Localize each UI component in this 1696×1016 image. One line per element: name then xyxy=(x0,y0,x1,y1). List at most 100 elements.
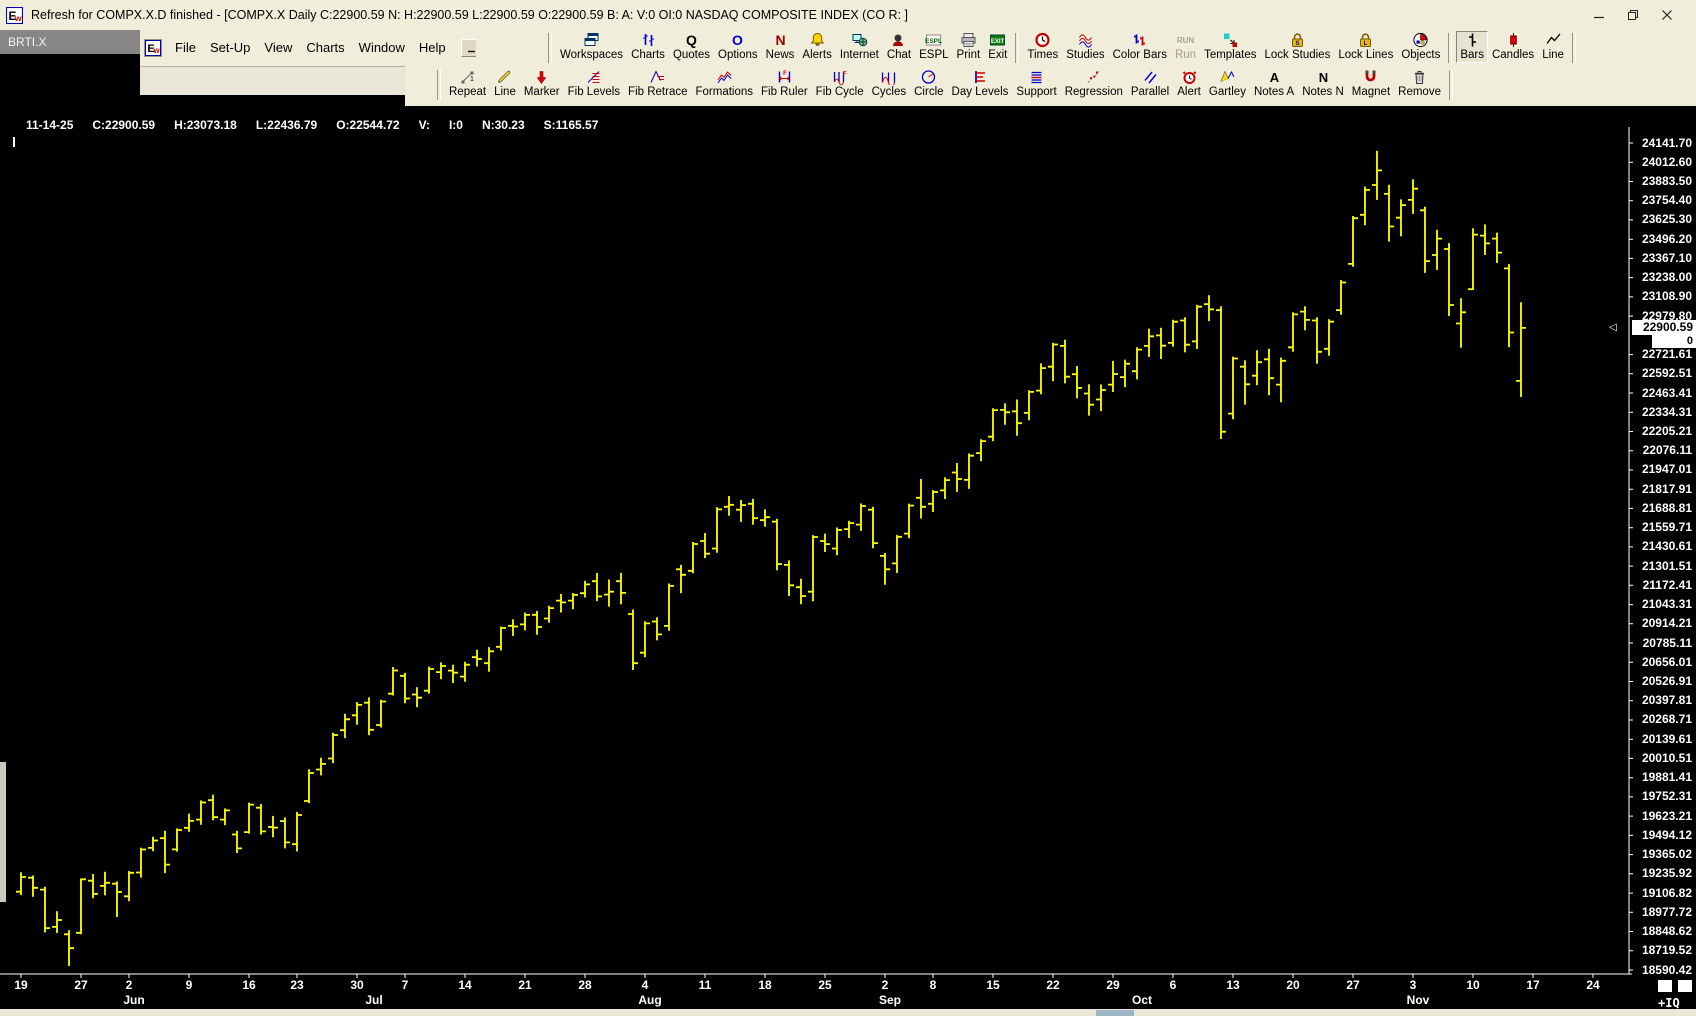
toolbar-draw-separator xyxy=(437,70,441,100)
toolbar-main-button-candles[interactable]: Candles xyxy=(1488,31,1538,62)
chat-icon xyxy=(890,32,907,48)
background-window-titlebar[interactable]: BRTI.X xyxy=(0,30,140,54)
toolbar-main-button-workspaces[interactable]: Workspaces xyxy=(556,31,627,62)
toolbar-draw-button-label: Formations xyxy=(695,85,753,99)
line-chart-icon xyxy=(1545,32,1562,48)
toolbar-main-button-objects[interactable]: Objects xyxy=(1397,31,1444,62)
lock-lines-icon: L xyxy=(1357,32,1374,48)
toolbar-draw-button-cycles[interactable]: Cycles xyxy=(868,68,911,99)
toolbar-draw-button-fib-ruler[interactable]: FFib Ruler xyxy=(757,68,812,99)
toolbar-draw-button-marker[interactable]: Marker xyxy=(520,68,564,99)
price-axis-label: 20914.21 xyxy=(1633,616,1692,631)
color-bars-icon xyxy=(1131,32,1148,48)
toolbar-main-button-internet[interactable]: Internet xyxy=(836,31,883,62)
fib-levels-icon xyxy=(585,69,602,85)
toolbar-main-button-exit[interactable]: EXITExit xyxy=(984,31,1011,62)
date-axis-label: 17 xyxy=(1519,978,1547,992)
parallel-icon xyxy=(1142,69,1159,85)
toolbar-draw-button-support[interactable]: Support xyxy=(1012,68,1060,99)
espl-icon: ESPL xyxy=(925,32,942,48)
price-axis-label: 21172.41 xyxy=(1633,578,1692,593)
menu-item-charts[interactable]: Charts xyxy=(299,37,351,58)
minimize-button[interactable] xyxy=(1582,2,1616,28)
toolbar-draw-button-magnet[interactable]: Magnet xyxy=(1348,68,1394,99)
current-price-arrow-icon: ◁ xyxy=(1609,323,1617,333)
date-axis-label: 14 xyxy=(451,978,479,992)
toolbar-draw-button-regression[interactable]: Regression xyxy=(1061,68,1127,99)
date-axis-month-label: Jun xyxy=(117,993,151,1007)
toolbar-draw-button-alert[interactable]: Alert xyxy=(1173,68,1205,99)
toolbar-main-button-print[interactable]: Print xyxy=(953,31,985,62)
toolbar-main-separator xyxy=(1448,33,1452,63)
toolbar-draw-button-formations[interactable]: Formations xyxy=(691,68,757,99)
toolbar-main-button-options[interactable]: OOptions xyxy=(714,31,762,62)
date-axis-label: 7 xyxy=(391,978,419,992)
toolbar-main-button-label: Line xyxy=(1542,48,1564,62)
menu-item-set-up[interactable]: Set-Up xyxy=(203,37,257,58)
toolbar-draw-button-circle[interactable]: Circle xyxy=(910,68,947,99)
toolbar-main-button-espl[interactable]: ESPLESPL xyxy=(915,31,952,62)
corner-box-1[interactable] xyxy=(1658,980,1672,992)
toolbar-draw-button-parallel[interactable]: Parallel xyxy=(1127,68,1173,99)
toolbar-main-button-alerts[interactable]: Alerts xyxy=(798,31,835,62)
toolbar-draw-button-fib-cycle[interactable]: FFib Cycle xyxy=(812,68,868,99)
toolbar-main-button-charts[interactable]: Charts xyxy=(627,31,669,62)
toolbar-draw-button-label: Cycles xyxy=(872,85,907,99)
toolbar-main-separator xyxy=(1572,33,1576,63)
menu-item-view[interactable]: View xyxy=(257,37,299,58)
price-axis-label: 23238.00 xyxy=(1633,270,1692,285)
toolbar-draw-button-gartley[interactable]: Gartley xyxy=(1205,68,1250,99)
options-icon: O xyxy=(729,32,746,48)
menu-item-file[interactable]: File xyxy=(168,37,203,58)
price-axis-label: 23625.30 xyxy=(1633,212,1692,227)
date-axis-label: 25 xyxy=(811,978,839,992)
toolbar-main-button-bars[interactable]: Bars xyxy=(1456,31,1488,63)
toolbar-draw-button-day-levels[interactable]: Day Levels xyxy=(948,68,1013,99)
price-axis-label: 19365.02 xyxy=(1633,847,1692,862)
toolbar-draw-button-remove[interactable]: Remove xyxy=(1394,68,1445,99)
price-axis-label: 21430.61 xyxy=(1633,539,1692,554)
toolbar-main-button-studies[interactable]: Studies xyxy=(1062,31,1108,62)
toolbar-draw-button-repeat[interactable]: 1Repeat xyxy=(445,68,490,99)
price-axis-label: 19623.21 xyxy=(1633,809,1692,824)
toolbar-main-button-line[interactable]: Line xyxy=(1538,31,1568,62)
toolbar-draw-button-notes-n[interactable]: NNotes N xyxy=(1298,68,1348,99)
svg-text:N: N xyxy=(775,32,785,48)
toolbar-draw-button-notes-a[interactable]: ANotes A xyxy=(1250,68,1298,99)
menu-item-window[interactable]: Window xyxy=(352,37,412,58)
price-axis-label: 23883.50 xyxy=(1633,174,1692,189)
date-axis-label: 27 xyxy=(67,978,95,992)
toolbar-main-button-label: Studies xyxy=(1066,48,1104,62)
toolbar-main-button-templates[interactable]: Templates xyxy=(1200,31,1260,62)
regression-icon xyxy=(1085,69,1102,85)
price-axis-label: 24012.60 xyxy=(1633,155,1692,170)
bottom-accent xyxy=(1096,1010,1134,1016)
toolbar-main-button-news[interactable]: NNews xyxy=(762,31,799,62)
restore-button[interactable] xyxy=(1616,2,1650,28)
svg-text:w: w xyxy=(14,12,22,22)
toolbar-draw-button-label: Repeat xyxy=(449,85,486,99)
toolbar-main-button-label: Charts xyxy=(631,48,665,62)
run-icon: RUN xyxy=(1177,32,1194,48)
chart-plot-area[interactable] xyxy=(0,106,1629,974)
bottom-strip xyxy=(0,1009,1696,1016)
toolbar-draw-button-fib-levels[interactable]: Fib Levels xyxy=(564,68,624,99)
menu-item-help[interactable]: Help xyxy=(412,37,453,58)
toolbar-filler xyxy=(476,30,544,66)
toolbar-main-button-lock-lines[interactable]: LLock Lines xyxy=(1334,31,1397,62)
toolbar-main-button-color-bars[interactable]: Color Bars xyxy=(1109,31,1171,62)
close-button[interactable] xyxy=(1650,2,1684,28)
toolbar-main-button-times[interactable]: Times xyxy=(1023,31,1062,62)
notes-a-icon: A xyxy=(1266,69,1283,85)
toolbar-draw-button-line[interactable]: Line xyxy=(490,68,520,99)
toolbar-main-button-chat[interactable]: Chat xyxy=(883,31,915,62)
chart-window-icon: Ew xyxy=(144,39,162,57)
toolbar-draw-button-fib-retrace[interactable]: Fib Retrace xyxy=(624,68,691,99)
toolbar-main-button-lock-studies[interactable]: SLock Studies xyxy=(1260,31,1334,62)
support-icon xyxy=(1028,69,1045,85)
price-axis-label: 23367.10 xyxy=(1633,251,1692,266)
corner-box-2[interactable] xyxy=(1678,980,1692,992)
background-window-symbol: BRTI.X xyxy=(8,35,46,49)
background-window-body xyxy=(0,54,140,106)
toolbar-main-button-quotes[interactable]: QQuotes xyxy=(669,31,714,62)
